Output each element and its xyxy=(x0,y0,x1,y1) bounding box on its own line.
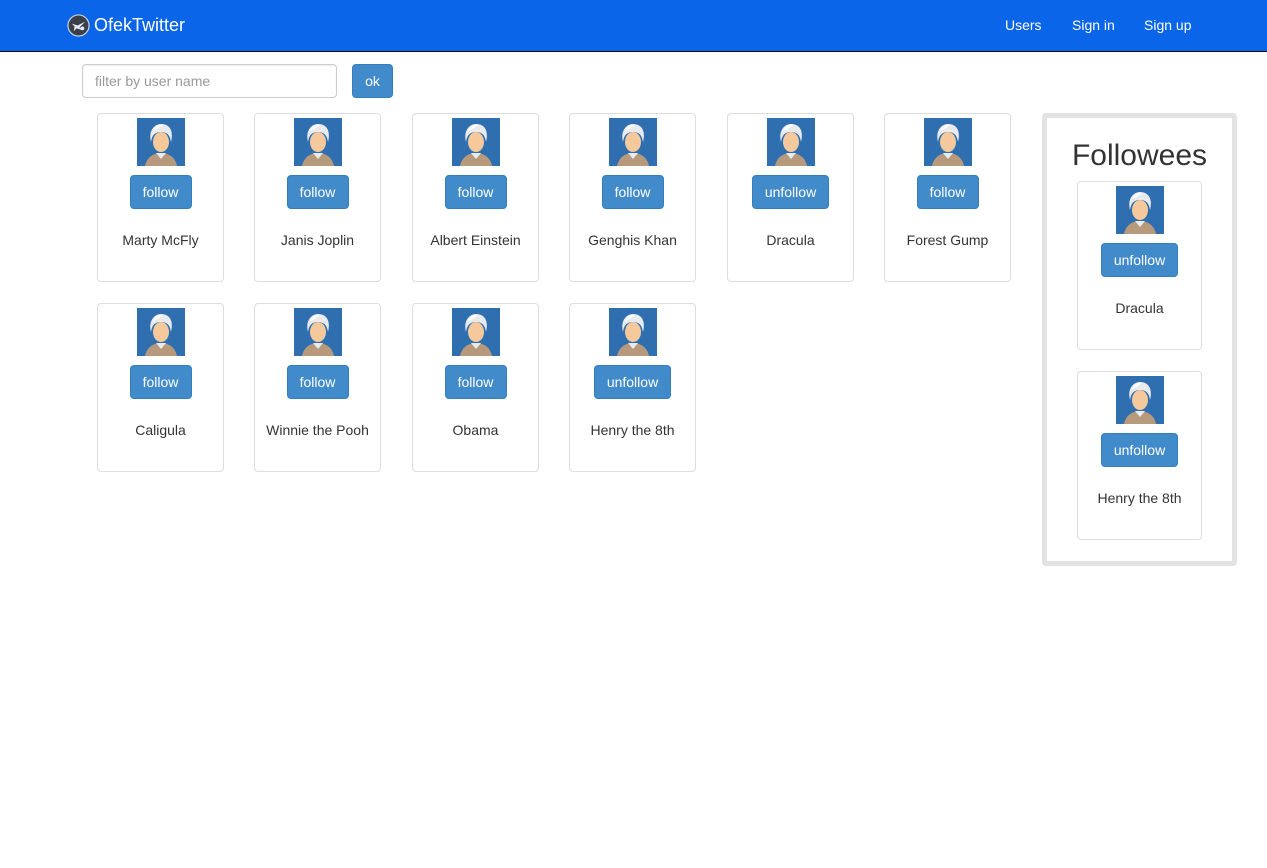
unfollow-button[interactable]: unfollow xyxy=(1101,433,1178,467)
user-name: Henry the 8th xyxy=(590,422,675,438)
unfollow-button[interactable]: unfollow xyxy=(752,175,829,209)
user-card: unfollow Dracula xyxy=(727,113,854,282)
user-name: Dracula xyxy=(1115,300,1164,316)
follow-button[interactable]: follow xyxy=(129,365,192,399)
followee-card: unfollow Henry the 8th xyxy=(1077,371,1202,540)
user-avatar-icon xyxy=(451,308,500,356)
user-avatar-icon xyxy=(608,308,657,356)
user-avatar-icon xyxy=(136,308,185,356)
user-name: Dracula xyxy=(766,232,815,248)
follow-button[interactable]: follow xyxy=(286,365,349,399)
bird-logo-icon xyxy=(67,14,90,37)
followees-title: Followees xyxy=(1071,139,1208,172)
user-avatar-icon xyxy=(136,118,185,166)
follow-button[interactable]: follow xyxy=(444,175,507,209)
nav-sign-up[interactable]: Sign up xyxy=(1144,17,1191,33)
unfollow-button[interactable]: unfollow xyxy=(1101,243,1178,277)
user-name: Genghis Khan xyxy=(588,232,677,248)
ok-button[interactable]: ok xyxy=(352,64,393,98)
brand-name: OfekTwitter xyxy=(94,15,186,35)
brand-link[interactable]: OfekTwitter xyxy=(67,14,185,37)
user-name: Janis Joplin xyxy=(280,232,355,248)
user-name: Obama xyxy=(452,422,499,438)
user-name: Albert Einstein xyxy=(430,232,521,248)
user-card: follow Forest Gump xyxy=(884,113,1011,282)
follow-button[interactable]: follow xyxy=(601,175,664,209)
nav-sign-in[interactable]: Sign in xyxy=(1072,17,1115,33)
follow-button[interactable]: follow xyxy=(129,175,192,209)
user-card: follow Caligula xyxy=(97,303,224,472)
user-name: Winnie the Pooh xyxy=(266,422,369,438)
unfollow-button[interactable]: unfollow xyxy=(594,365,671,399)
user-avatar-icon xyxy=(1115,186,1164,234)
user-name: Forest Gump xyxy=(906,232,989,248)
followees-panel: Followees unfollow Dracula unfollow Henry t… xyxy=(1042,113,1237,566)
user-avatar-icon xyxy=(608,118,657,166)
followee-card: unfollow Dracula xyxy=(1077,181,1202,350)
user-avatar-icon xyxy=(293,308,342,356)
user-card: follow Marty McFly xyxy=(97,113,224,282)
user-card: follow Janis Joplin xyxy=(254,113,381,282)
user-avatar-icon xyxy=(293,118,342,166)
user-name: Marty McFly xyxy=(122,232,199,248)
user-avatar-icon xyxy=(923,118,972,166)
user-card: follow Albert Einstein xyxy=(412,113,539,282)
follow-button[interactable]: follow xyxy=(444,365,507,399)
follow-button[interactable]: follow xyxy=(916,175,979,209)
filter-input[interactable] xyxy=(82,64,337,98)
user-avatar-icon xyxy=(1115,376,1164,424)
navbar: OfekTwitter Users Sign in Sign up xyxy=(0,0,1267,52)
user-name: Henry the 8th xyxy=(1097,490,1182,506)
user-card: unfollow Henry the 8th xyxy=(569,303,696,472)
user-card: follow Obama xyxy=(412,303,539,472)
user-avatar-icon xyxy=(451,118,500,166)
user-card: follow Genghis Khan xyxy=(569,113,696,282)
nav-users[interactable]: Users xyxy=(1005,17,1042,33)
user-avatar-icon xyxy=(766,118,815,166)
user-name: Caligula xyxy=(135,422,186,438)
follow-button[interactable]: follow xyxy=(286,175,349,209)
user-card: follow Winnie the Pooh xyxy=(254,303,381,472)
